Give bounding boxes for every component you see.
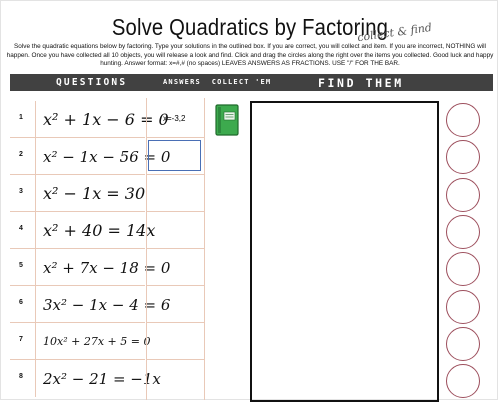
question-equation: 10x² + 27x + 5 = 0 (43, 335, 151, 348)
answer-cell-6 (146, 286, 205, 323)
collect-header: COLLECT 'EM (211, 78, 272, 86)
answer-cell-1 (146, 101, 205, 138)
question-number: 4 (19, 225, 23, 232)
questions-header: QUESTIONS (56, 77, 128, 88)
question-number: 6 (19, 299, 23, 306)
drag-circle-8[interactable] (446, 364, 480, 398)
answer-input-3[interactable] (148, 177, 201, 208)
question-number: 5 (19, 262, 23, 269)
question-number: 2 (19, 151, 23, 158)
drag-circle-5[interactable] (446, 252, 480, 286)
answer-cell-4 (146, 212, 205, 249)
row-divider (35, 249, 36, 285)
drag-circle-2[interactable] (446, 140, 480, 174)
question-row-5: 5 x² + 7x − 18 = 0 (10, 249, 170, 286)
question-equation: x² − 1x = 30 (43, 184, 146, 203)
answer-input-1[interactable] (148, 103, 201, 134)
question-row-2: 2 x² − 1x − 56 = 0 (10, 138, 170, 175)
question-row-6: 6 3x² − 1x − 4 = 6 (10, 286, 170, 323)
question-row-4: 4 x² + 40 = 14x (10, 212, 155, 249)
answer-input-6[interactable] (148, 288, 201, 319)
answers-header: ANSWERS COLLECT 'EM (163, 78, 272, 86)
drag-circle-7[interactable] (446, 327, 480, 361)
question-equation: x² + 40 = 14x (43, 221, 156, 240)
answer-cell-8 (146, 360, 205, 397)
drag-circle-3[interactable] (446, 178, 480, 212)
find-them-header: FIND THEM (318, 76, 404, 90)
question-row-3: 3 x² − 1x = 30 (10, 175, 145, 212)
row-divider (35, 360, 36, 397)
row-divider (35, 212, 36, 248)
answer-input-7[interactable] (148, 325, 201, 356)
answer-input-2[interactable] (148, 140, 201, 171)
header-bar: QUESTIONS ANSWERS COLLECT 'EM FIND THEM (10, 74, 493, 91)
row-divider (35, 286, 36, 322)
answer-cell-3 (146, 175, 205, 212)
instructions-text: Solve the quadratic equations below by f… (6, 43, 494, 68)
row-divider (35, 138, 36, 174)
row-divider (35, 175, 36, 211)
answer-cell-5 (146, 249, 205, 286)
question-row-8: 8 2x² − 21 = −1x (10, 360, 161, 397)
answer-input-8[interactable] (148, 362, 201, 393)
answer-input-4[interactable] (148, 214, 201, 245)
drag-circle-6[interactable] (446, 290, 480, 324)
question-number: 3 (19, 188, 23, 195)
question-row-1: 1 x² + 1x − 6 = 0 (10, 101, 169, 138)
row-divider (35, 323, 36, 359)
question-row-7: 7 10x² + 27x + 5 = 0 (10, 323, 150, 360)
drag-circle-4[interactable] (446, 215, 480, 249)
drag-circle-1[interactable] (446, 103, 480, 137)
answer-cell-2 (146, 138, 205, 175)
question-number: 1 (19, 114, 23, 121)
question-number: 8 (19, 373, 23, 380)
find-them-area (250, 101, 439, 402)
question-equation: 2x² − 21 = −1x (43, 369, 161, 388)
row-divider (35, 101, 36, 137)
question-number: 7 (19, 336, 23, 343)
green-book-icon[interactable] (215, 104, 240, 136)
answer-cell-7 (146, 323, 205, 360)
answer-input-5[interactable] (148, 251, 201, 282)
